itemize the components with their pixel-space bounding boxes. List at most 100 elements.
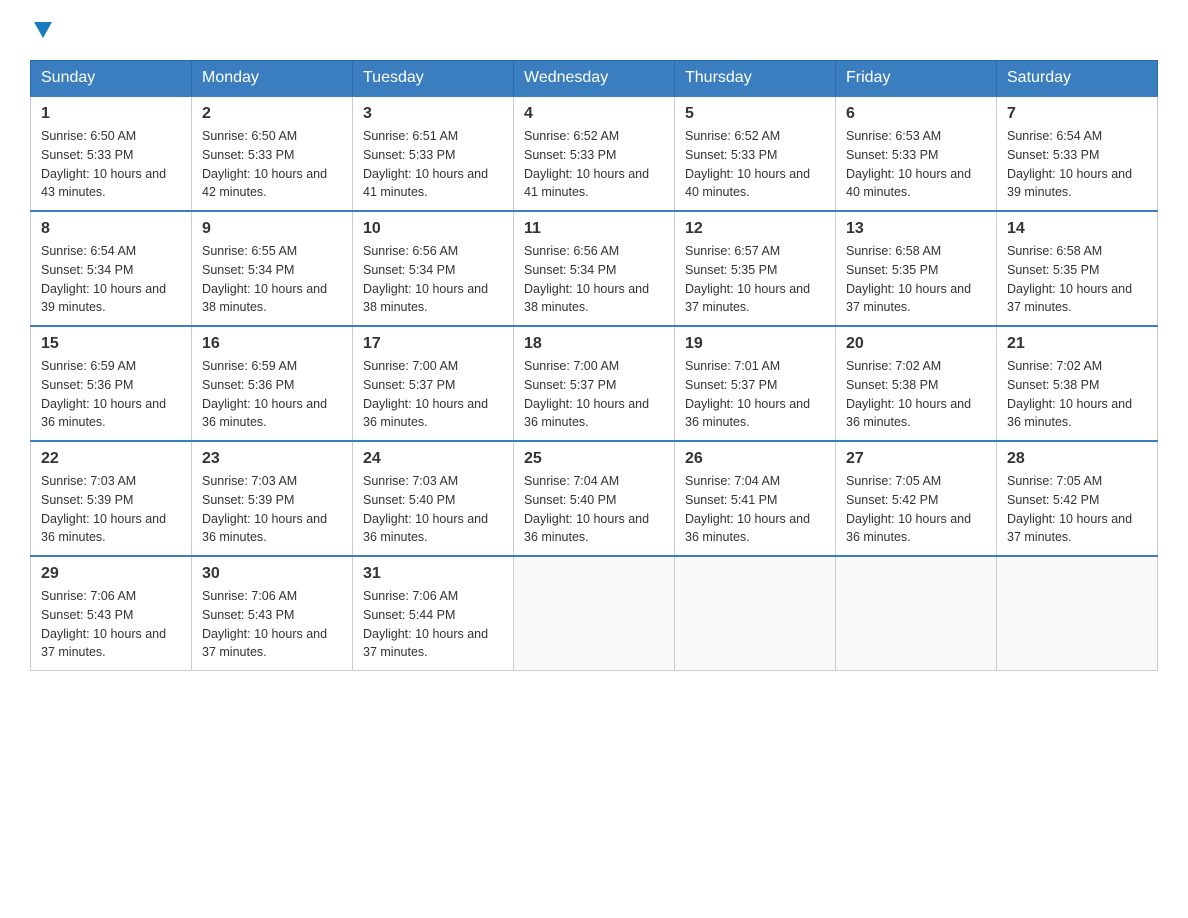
- calendar-cell: 15 Sunrise: 6:59 AMSunset: 5:36 PMDayligh…: [31, 326, 192, 441]
- calendar-cell: 8Sunrise: 6:54 AMSunset: 5:34 PMDaylight…: [31, 211, 192, 326]
- day-number: 9: [202, 220, 342, 238]
- day-number: 4: [524, 105, 664, 123]
- col-header-thursday: Thursday: [675, 61, 836, 97]
- day-number: 3: [363, 105, 503, 123]
- calendar-table: SundayMondayTuesdayWednesdayThursdayFrid…: [30, 60, 1158, 671]
- col-header-saturday: Saturday: [997, 61, 1158, 97]
- day-number: 13: [846, 220, 986, 238]
- col-header-sunday: Sunday: [31, 61, 192, 97]
- day-number: 24: [363, 450, 503, 468]
- calendar-cell: 18 Sunrise: 7:00 AMSunset: 5:37 PMDayligh…: [514, 326, 675, 441]
- calendar-cell: 31 Sunrise: 7:06 AMSunset: 5:44 PMDayligh…: [353, 556, 514, 671]
- day-info: Sunrise: 7:05 AMSunset: 5:42 PMDaylight:…: [846, 472, 986, 547]
- day-info: Sunrise: 6:51 AMSunset: 5:33 PMDaylight:…: [363, 127, 503, 202]
- day-number: 14: [1007, 220, 1147, 238]
- day-number: 5: [685, 105, 825, 123]
- calendar-cell: 30 Sunrise: 7:06 AMSunset: 5:43 PMDayligh…: [192, 556, 353, 671]
- day-info: Sunrise: 7:06 AMSunset: 5:44 PMDaylight:…: [363, 587, 503, 662]
- day-info: Sunrise: 6:59 AMSunset: 5:36 PMDaylight:…: [41, 357, 181, 432]
- day-info: Sunrise: 6:58 AMSunset: 5:35 PMDaylight:…: [1007, 242, 1147, 317]
- day-number: 25: [524, 450, 664, 468]
- day-number: 23: [202, 450, 342, 468]
- day-info: Sunrise: 6:54 AMSunset: 5:33 PMDaylight:…: [1007, 127, 1147, 202]
- day-info: Sunrise: 6:50 AMSunset: 5:33 PMDaylight:…: [41, 127, 181, 202]
- calendar-cell: 27 Sunrise: 7:05 AMSunset: 5:42 PMDayligh…: [836, 441, 997, 556]
- day-number: 16: [202, 335, 342, 353]
- day-info: Sunrise: 7:01 AMSunset: 5:37 PMDaylight:…: [685, 357, 825, 432]
- day-number: 30: [202, 565, 342, 583]
- day-info: Sunrise: 7:00 AMSunset: 5:37 PMDaylight:…: [524, 357, 664, 432]
- day-number: 27: [846, 450, 986, 468]
- calendar-cell: 23 Sunrise: 7:03 AMSunset: 5:39 PMDayligh…: [192, 441, 353, 556]
- calendar-cell: 6 Sunrise: 6:53 AMSunset: 5:33 PMDaylight…: [836, 96, 997, 211]
- day-info: Sunrise: 6:55 AMSunset: 5:34 PMDaylight:…: [202, 242, 342, 317]
- calendar-cell: 14 Sunrise: 6:58 AMSunset: 5:35 PMDayligh…: [997, 211, 1158, 326]
- day-number: 11: [524, 220, 664, 238]
- calendar-cell: 13 Sunrise: 6:58 AMSunset: 5:35 PMDayligh…: [836, 211, 997, 326]
- calendar-cell: [675, 556, 836, 671]
- col-header-friday: Friday: [836, 61, 997, 97]
- day-info: Sunrise: 6:57 AMSunset: 5:35 PMDaylight:…: [685, 242, 825, 317]
- calendar-cell: [514, 556, 675, 671]
- day-info: Sunrise: 7:04 AMSunset: 5:41 PMDaylight:…: [685, 472, 825, 547]
- day-info: Sunrise: 7:03 AMSunset: 5:39 PMDaylight:…: [41, 472, 181, 547]
- day-number: 6: [846, 105, 986, 123]
- calendar-cell: 20 Sunrise: 7:02 AMSunset: 5:38 PMDayligh…: [836, 326, 997, 441]
- day-info: Sunrise: 6:58 AMSunset: 5:35 PMDaylight:…: [846, 242, 986, 317]
- calendar-cell: [836, 556, 997, 671]
- col-header-tuesday: Tuesday: [353, 61, 514, 97]
- calendar-cell: 5Sunrise: 6:52 AMSunset: 5:33 PMDaylight…: [675, 96, 836, 211]
- calendar-cell: 19 Sunrise: 7:01 AMSunset: 5:37 PMDayligh…: [675, 326, 836, 441]
- calendar-cell: 1 Sunrise: 6:50 AMSunset: 5:33 PMDaylight…: [31, 96, 192, 211]
- day-number: 1: [41, 105, 181, 123]
- day-info: Sunrise: 6:56 AMSunset: 5:34 PMDaylight:…: [524, 242, 664, 317]
- col-header-monday: Monday: [192, 61, 353, 97]
- calendar-cell: 9 Sunrise: 6:55 AMSunset: 5:34 PMDaylight…: [192, 211, 353, 326]
- week-row-3: 15 Sunrise: 6:59 AMSunset: 5:36 PMDayligh…: [31, 326, 1158, 441]
- calendar-cell: 16 Sunrise: 6:59 AMSunset: 5:36 PMDayligh…: [192, 326, 353, 441]
- calendar-cell: 7 Sunrise: 6:54 AMSunset: 5:33 PMDaylight…: [997, 96, 1158, 211]
- logo: [30, 20, 54, 40]
- day-number: 2: [202, 105, 342, 123]
- day-info: Sunrise: 6:50 AMSunset: 5:33 PMDaylight:…: [202, 127, 342, 202]
- calendar-cell: 24 Sunrise: 7:03 AMSunset: 5:40 PMDayligh…: [353, 441, 514, 556]
- day-number: 20: [846, 335, 986, 353]
- day-info: Sunrise: 6:52 AMSunset: 5:33 PMDaylight:…: [524, 127, 664, 202]
- day-info: Sunrise: 7:03 AMSunset: 5:39 PMDaylight:…: [202, 472, 342, 547]
- day-number: 12: [685, 220, 825, 238]
- week-row-5: 29 Sunrise: 7:06 AMSunset: 5:43 PMDayligh…: [31, 556, 1158, 671]
- day-info: Sunrise: 7:02 AMSunset: 5:38 PMDaylight:…: [846, 357, 986, 432]
- day-number: 7: [1007, 105, 1147, 123]
- day-number: 21: [1007, 335, 1147, 353]
- week-row-2: 8Sunrise: 6:54 AMSunset: 5:34 PMDaylight…: [31, 211, 1158, 326]
- page-header: [30, 20, 1158, 40]
- day-number: 31: [363, 565, 503, 583]
- calendar-cell: 4 Sunrise: 6:52 AMSunset: 5:33 PMDaylight…: [514, 96, 675, 211]
- day-number: 29: [41, 565, 181, 583]
- day-number: 15: [41, 335, 181, 353]
- calendar-cell: 28 Sunrise: 7:05 AMSunset: 5:42 PMDayligh…: [997, 441, 1158, 556]
- day-info: Sunrise: 7:05 AMSunset: 5:42 PMDaylight:…: [1007, 472, 1147, 547]
- calendar-cell: 2 Sunrise: 6:50 AMSunset: 5:33 PMDaylight…: [192, 96, 353, 211]
- calendar-cell: 25 Sunrise: 7:04 AMSunset: 5:40 PMDayligh…: [514, 441, 675, 556]
- day-info: Sunrise: 7:03 AMSunset: 5:40 PMDaylight:…: [363, 472, 503, 547]
- week-row-1: 1 Sunrise: 6:50 AMSunset: 5:33 PMDaylight…: [31, 96, 1158, 211]
- calendar-cell: 10Sunrise: 6:56 AMSunset: 5:34 PMDayligh…: [353, 211, 514, 326]
- day-number: 18: [524, 335, 664, 353]
- day-info: Sunrise: 7:06 AMSunset: 5:43 PMDaylight:…: [202, 587, 342, 662]
- day-number: 19: [685, 335, 825, 353]
- day-number: 28: [1007, 450, 1147, 468]
- day-number: 17: [363, 335, 503, 353]
- calendar-cell: 3 Sunrise: 6:51 AMSunset: 5:33 PMDaylight…: [353, 96, 514, 211]
- col-header-wednesday: Wednesday: [514, 61, 675, 97]
- day-info: Sunrise: 6:56 AMSunset: 5:34 PMDaylight:…: [363, 242, 503, 317]
- day-info: Sunrise: 6:53 AMSunset: 5:33 PMDaylight:…: [846, 127, 986, 202]
- calendar-cell: 29Sunrise: 7:06 AMSunset: 5:43 PMDayligh…: [31, 556, 192, 671]
- day-info: Sunrise: 6:59 AMSunset: 5:36 PMDaylight:…: [202, 357, 342, 432]
- day-number: 26: [685, 450, 825, 468]
- calendar-cell: 12 Sunrise: 6:57 AMSunset: 5:35 PMDayligh…: [675, 211, 836, 326]
- day-info: Sunrise: 7:02 AMSunset: 5:38 PMDaylight:…: [1007, 357, 1147, 432]
- day-info: Sunrise: 7:04 AMSunset: 5:40 PMDaylight:…: [524, 472, 664, 547]
- day-number: 22: [41, 450, 181, 468]
- calendar-cell: 11 Sunrise: 6:56 AMSunset: 5:34 PMDayligh…: [514, 211, 675, 326]
